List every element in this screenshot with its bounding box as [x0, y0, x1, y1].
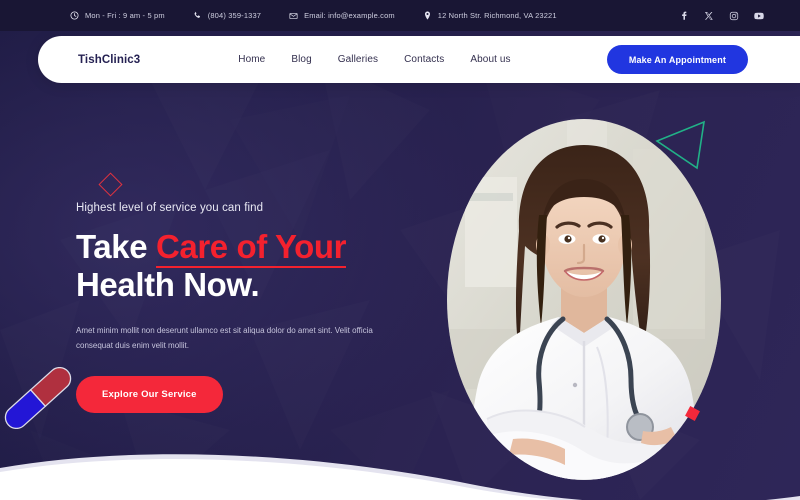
x-twitter-icon[interactable] — [704, 11, 714, 21]
topbar-hours-text: Mon - Fri : 9 am - 5 pm — [85, 11, 165, 20]
nav-link-blog[interactable]: Blog — [291, 54, 311, 65]
page-title: Take Care of Your Health Now. — [76, 228, 416, 305]
contact-info-list: Mon - Fri : 9 am - 5 pm (804) 359-1337 E… — [70, 11, 679, 20]
topbar-address-text: 12 North Str. Richmond, VA 23221 — [437, 11, 557, 20]
main-navbar: TishClinic3 Home Blog Galleries Contacts… — [38, 36, 800, 83]
location-pin-icon — [423, 11, 432, 20]
doctor-portrait-image — [447, 119, 721, 480]
hero-paragraph: Amet minim mollit non deserunt ullamco e… — [76, 325, 373, 351]
topbar-item-phone[interactable]: (804) 359-1337 — [193, 11, 261, 20]
hero-page: Mon - Fri : 9 am - 5 pm (804) 359-1337 E… — [0, 0, 800, 500]
instagram-icon[interactable] — [729, 11, 739, 21]
hero-text-block: Highest level of service you can find Ta… — [76, 202, 416, 413]
nav-link-contacts[interactable]: Contacts — [404, 54, 444, 65]
envelope-icon — [289, 11, 298, 20]
topbar-item-hours: Mon - Fri : 9 am - 5 pm — [70, 11, 165, 20]
topbar-phone-text: (804) 359-1337 — [207, 11, 262, 20]
headline-accent: Care of Your — [155, 228, 347, 268]
headline-part-2: Health Now. — [76, 266, 260, 304]
facebook-icon[interactable] — [679, 11, 689, 21]
topbar-email-text: Email: info@example.com — [304, 11, 395, 20]
capsule-pill-icon — [2, 366, 74, 430]
hero-eyebrow: Highest level of service you can find — [76, 202, 264, 214]
social-links — [679, 11, 764, 21]
triangle-outline-icon — [653, 119, 709, 171]
topbar-item-email[interactable]: Email: info@example.com — [289, 11, 395, 20]
nav-links: Home Blog Galleries Contacts About us — [238, 54, 510, 65]
nav-link-about-us[interactable]: About us — [470, 54, 510, 65]
phone-icon — [193, 11, 202, 20]
bottom-wave-divider — [0, 438, 800, 500]
nav-link-galleries[interactable]: Galleries — [338, 54, 378, 65]
nav-link-home[interactable]: Home — [238, 54, 265, 65]
make-appointment-button[interactable]: Make An Appointment — [606, 45, 748, 74]
brand-logo[interactable]: TishClinic3 — [78, 54, 140, 66]
youtube-icon[interactable] — [754, 11, 764, 21]
topbar-item-address: 12 North Str. Richmond, VA 23221 — [423, 11, 557, 20]
explore-our-service-button[interactable]: Explore Our Service — [76, 375, 223, 413]
headline-part-1: Take — [76, 228, 156, 265]
top-info-bar: Mon - Fri : 9 am - 5 pm (804) 359-1337 E… — [0, 0, 800, 31]
clock-icon — [70, 11, 79, 20]
